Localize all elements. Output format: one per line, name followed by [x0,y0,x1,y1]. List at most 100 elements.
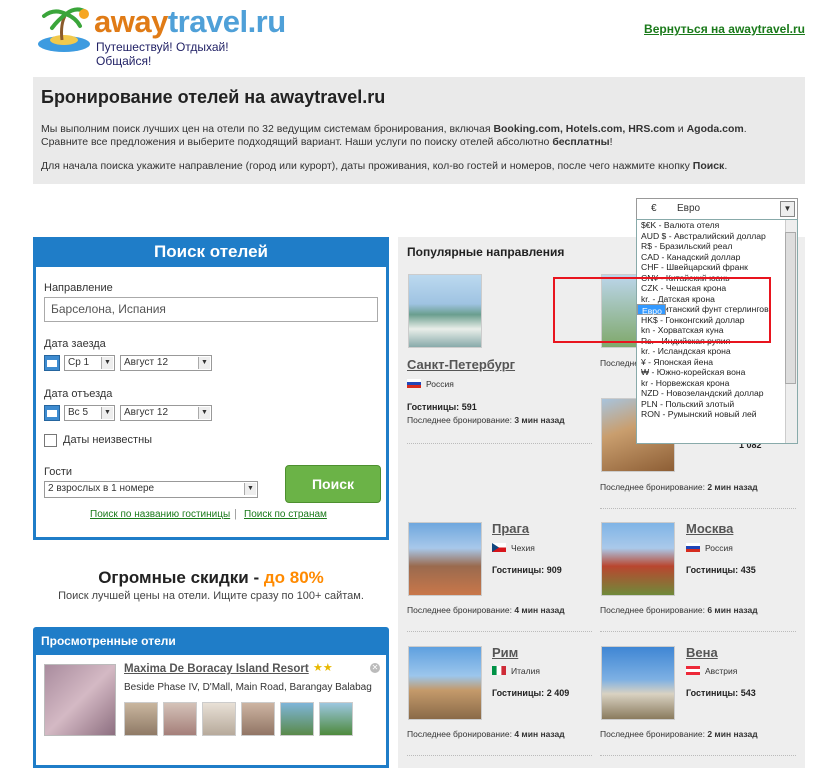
city-name-link[interactable]: Рим [492,645,518,660]
divider [407,631,592,632]
currency-option[interactable]: ¥ - Японская йена [637,357,797,368]
currency-option[interactable]: AUD $ - Австралийский доллар [637,231,797,242]
city-photo[interactable] [408,274,482,348]
viewed-hotel-name-link[interactable]: Maxima De Boracay Island Resort [124,663,309,675]
city-country: Россия [705,543,733,553]
guests-label: Гости [44,466,73,478]
italy-flag-icon [492,666,506,675]
currency-option[interactable]: $€K - Валюта отеля [637,220,797,231]
guests-select[interactable]: 2 взрослых в 1 номере ▼ [44,481,258,498]
russia-flag-icon [686,543,700,552]
city-name-link[interactable]: Москва [686,521,733,536]
hotel-photo[interactable] [44,664,116,736]
guests-value: 2 взрослых в 1 номере [48,483,155,494]
chevron-down-icon: ▼ [101,357,113,369]
logo-tagline: Путешествуй! Отдыхай! Общайся! [96,40,229,68]
russia-flag-icon [407,379,421,388]
city-name-link[interactable]: Вена [686,645,718,660]
hotel-thumbnail[interactable] [241,702,275,736]
city-country: Россия [426,379,454,389]
unknown-dates-label: Даты неизвестны [63,434,153,446]
viewed-hotels-title: Просмотренные отели [33,627,389,655]
search-by-name-link[interactable]: Поиск по названию гостиницы [90,509,230,520]
divider [600,631,796,632]
hotel-stars: ★★ [313,662,333,674]
chevron-down-icon: ▼ [101,407,113,419]
discount-headline: Огромные скидки - до 80% [98,568,324,587]
currency-option[interactable]: CAD - Канадский доллар [637,252,797,263]
checkout-day-value: Вс 5 [68,407,89,418]
city-photo[interactable] [601,646,675,720]
checkin-day-select[interactable]: Ср 1 ▼ [64,355,115,371]
hotel-thumbnail[interactable] [280,702,314,736]
city-hotels-count: Гостиницы: 591 [407,402,477,412]
city-country: Чехия [511,543,535,553]
city-name-link[interactable]: Прага [492,521,529,536]
search-panel-title: Поиск отелей [33,237,389,267]
close-icon[interactable]: ✕ [370,663,380,673]
currency-option[interactable]: CHF - Швейцарский франк [637,262,797,273]
divider [407,443,592,444]
viewed-hotel-address: Beside Phase IV, D'Mall, Main Road, Bara… [124,682,372,693]
logo-wordmark: awaytravel.ru [94,4,286,39]
intro-panel: Бронирование отелей на awaytravel.ru Мы … [33,77,805,184]
intro-instructions: Для начала поиска укажите направление (г… [41,160,728,172]
city-hotels-count: Гостиницы: 543 [686,688,756,698]
checkout-label: Дата отъезда [44,388,113,400]
destination-input[interactable]: Барселона, Испания [44,297,378,322]
currency-option[interactable]: NZD - Новозеландский доллар [637,388,797,399]
czech-flag-icon [492,543,506,552]
hotel-thumbnail[interactable] [124,702,158,736]
link-separator: | [234,508,237,520]
hotel-thumbnail[interactable] [163,702,197,736]
checkout-calendar-icon[interactable] [44,405,60,421]
currency-selected-value: Евро [677,203,701,214]
currency-select[interactable]: € Евро ▼ [636,198,798,220]
highlight-annotation [553,277,771,343]
scrollbar[interactable] [785,220,797,443]
checkout-day-select[interactable]: Вс 5 ▼ [64,405,115,421]
hotel-thumbnail[interactable] [202,702,236,736]
scrollbar-thumb[interactable] [785,232,796,384]
city-last-booking: Последнее бронирование: 3 мин назад [407,415,565,425]
city-name-link[interactable]: Санкт-Петербург [407,357,515,372]
checkin-label: Дата заезда [44,338,106,350]
city-country: Италия [511,666,540,676]
currency-option[interactable]: RON - Румынский новый лей [637,409,797,420]
city-hotels-count: Гостиницы: 435 [686,565,756,575]
currency-option[interactable]: R$ - Бразильский реал [637,241,797,252]
city-last-booking: Последнее бронирование: 4 мин назад [407,729,565,739]
page-title: Бронирование отелей на awaytravel.ru [41,87,386,107]
city-photo[interactable] [408,522,482,596]
divider [407,755,592,756]
checkin-calendar-icon[interactable] [44,355,60,371]
chevron-down-icon: ▼ [780,201,795,217]
search-by-country-link[interactable]: Поиск по странам [244,509,327,520]
checkout-month-select[interactable]: Август 12 ▼ [120,405,212,421]
currency-symbol: € [651,203,657,214]
chevron-down-icon: ▼ [198,407,210,419]
checkin-month-value: Август 12 [124,357,168,368]
austria-flag-icon [686,666,700,675]
search-button[interactable]: Поиск [285,465,381,503]
city-photo[interactable] [601,522,675,596]
currency-option[interactable]: kr - Норвежская крона [637,378,797,389]
hotel-thumbnail[interactable] [319,702,353,736]
popular-destinations-title: Популярные направления [407,245,565,259]
chevron-down-icon: ▼ [198,357,210,369]
site-logo[interactable]: awaytravel.ru Путешествуй! Отдыхай! Обща… [36,4,286,68]
checkin-day-value: Ср 1 [68,357,90,368]
city-photo[interactable] [408,646,482,720]
city-last-booking: Последнее бронирование: 2 мин назад [600,729,758,739]
currency-option[interactable]: kr. - Исландская крона [637,346,797,357]
divider [600,508,796,509]
checkin-month-select[interactable]: Август 12 ▼ [120,355,212,371]
city-last-booking: Последнее бронирование: 4 мин назад [407,605,565,615]
back-to-site-link[interactable]: Вернуться на awaytravel.ru [644,22,805,36]
city-last-booking: Последнее бронирование: 6 мин назад [600,605,758,615]
divider [600,755,796,756]
currency-option[interactable]: PLN - Польский злотый [637,399,797,410]
unknown-dates-checkbox[interactable] [44,434,57,447]
currency-option[interactable]: ₩ - Южно-корейская вона [637,367,797,378]
city-hotels-count: Гостиницы: 909 [492,565,562,575]
